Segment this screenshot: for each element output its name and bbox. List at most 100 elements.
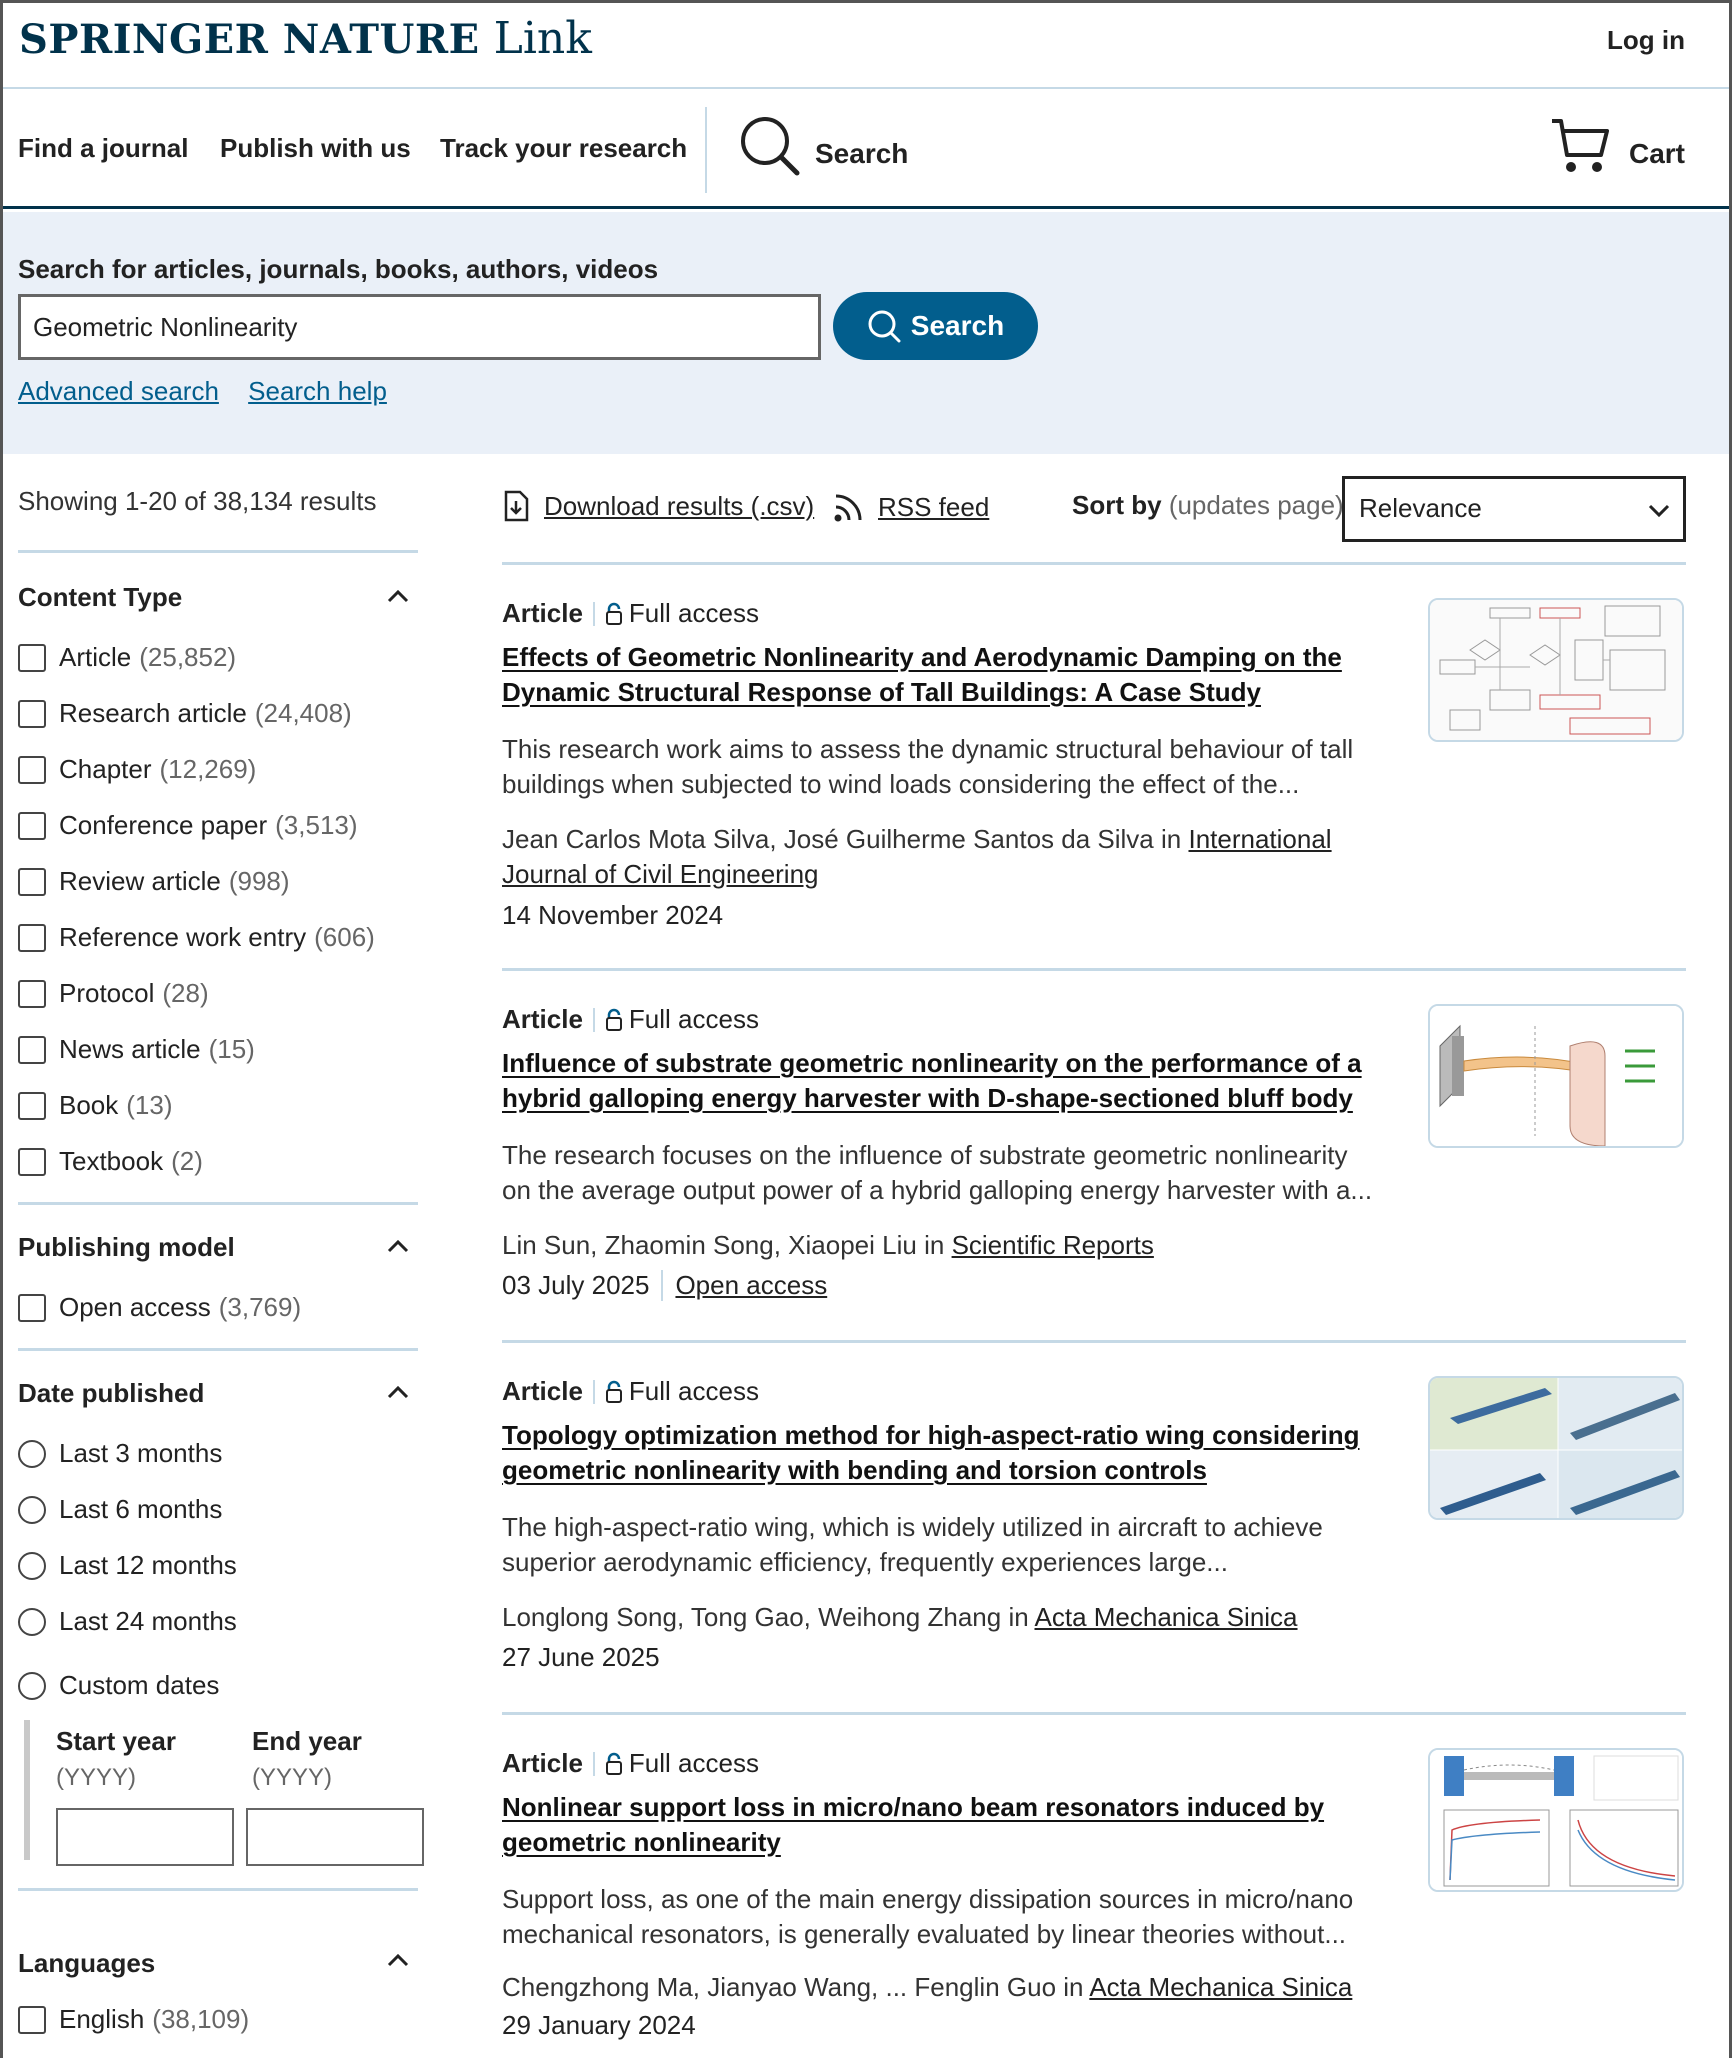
rss-icon [834,494,862,522]
filter-option-article[interactable]: Article (25,852) [18,642,236,673]
divider [18,550,418,553]
end-year-input[interactable] [246,1808,424,1866]
divider [18,1348,418,1351]
date-option-last-6-months[interactable]: Last 6 months [18,1494,222,1525]
result-title-link[interactable]: Effects of Geometric Nonlinearity and Ae… [502,640,1382,710]
journal-link[interactable]: Acta Mechanica Sinica [1035,1602,1298,1632]
author-list: Chengzhong Ma, Jianyao Wang, ... Fenglin… [502,1972,1057,2002]
result-authors: Jean Carlos Mota Silva, José Guilherme S… [502,822,1402,892]
facet-title-date-published: Date published [18,1378,205,1408]
result-thumbnail[interactable] [1428,1748,1684,1892]
filter-option-news-article[interactable]: News article (15) [18,1034,255,1065]
filter-label: Research article [59,698,247,728]
checkbox[interactable] [18,1035,46,1064]
result-thumbnail[interactable] [1428,598,1684,742]
checkbox[interactable] [18,2005,46,2034]
sort-select[interactable]: Relevance [1342,476,1686,542]
checkbox[interactable] [18,699,46,728]
nav-publish-with-us[interactable]: Publish with us [220,133,411,164]
login-link[interactable]: Log in [1607,25,1685,56]
checkbox[interactable] [18,755,46,784]
download-icon [504,490,529,522]
result-authors: Lin Sun, Zhaomin Song, Xiaopei Liu in Sc… [502,1228,1402,1263]
publish-date: 14 November 2024 [502,900,724,930]
springer-nature-link-logo[interactable]: SPRINGER NATURE Link [19,13,592,73]
filter-count: (38,109) [152,2004,250,2034]
radio-button[interactable] [18,1439,46,1468]
checkbox[interactable] [18,979,46,1008]
filter-count: (2) [171,1146,203,1176]
date-option-last-12-months[interactable]: Last 12 months [18,1550,237,1581]
result-thumbnail[interactable] [1428,1376,1684,1520]
filter-option-book[interactable]: Book (13) [18,1090,173,1121]
filter-option-english[interactable]: English (38,109) [18,2004,249,2035]
nav-track-research[interactable]: Track your research [440,133,687,164]
checkbox[interactable] [18,1293,46,1322]
content-type-label: Article [502,598,583,628]
search-help-link[interactable]: Search help [248,376,387,406]
checkbox[interactable] [18,643,46,672]
radio-button[interactable] [18,1551,46,1580]
publish-date: 29 January 2024 [502,2010,696,2040]
custom-date-range: Start year (YYYY) End year (YYYY) [24,1720,424,1866]
filter-option-protocol[interactable]: Protocol (28) [18,978,209,1009]
result-meta: Article Full access [502,1376,759,1407]
result-item: Article Full access Nonlinear support lo… [502,1748,1686,2058]
start-year-input[interactable] [56,1808,234,1866]
top-header: SPRINGER NATURE Link Log in [3,3,1729,89]
chevron-up-icon[interactable] [386,1380,410,1404]
chevron-up-icon[interactable] [386,1234,410,1258]
date-option-custom-dates[interactable]: Custom dates [18,1670,219,1701]
search-input[interactable] [18,294,821,360]
filter-option-review-article[interactable]: Review article (998) [18,866,290,897]
nav-cart-button[interactable]: Cart [1549,115,1685,177]
filter-option-conference-paper[interactable]: Conference paper (3,513) [18,810,358,841]
date-option-label: Last 24 months [59,1606,237,1636]
result-title-link[interactable]: Influence of substrate geometric nonline… [502,1046,1382,1116]
open-access-link[interactable]: Open access [661,1270,827,1301]
date-option-last-3-months[interactable]: Last 3 months [18,1438,222,1469]
filter-option-open-access[interactable]: Open access (3,769) [18,1292,301,1323]
radio-button[interactable] [18,1495,46,1524]
full-access-icon [605,602,622,625]
divider [502,968,1686,971]
author-list: Longlong Song, Tong Gao, Weihong Zhang [502,1602,1002,1632]
filter-label: Review article [59,866,221,896]
filter-label: Conference paper [59,810,268,840]
journal-link[interactable]: Acta Mechanica Sinica [1089,1972,1352,2002]
filter-option-textbook[interactable]: Textbook (2) [18,1146,203,1177]
checkbox[interactable] [18,867,46,896]
result-title-link[interactable]: Nonlinear support loss in micro/nano bea… [502,1790,1382,1860]
access-label: Full access [628,1376,759,1406]
facet-title-publishing-model: Publishing model [18,1232,235,1262]
filter-option-chapter[interactable]: Chapter (12,269) [18,754,256,785]
result-thumbnail[interactable] [1428,1004,1684,1148]
radio-button[interactable] [18,1671,46,1700]
nav-find-journal[interactable]: Find a journal [18,133,188,164]
date-option-last-24-months[interactable]: Last 24 months [18,1606,237,1637]
checkbox[interactable] [18,923,46,952]
result-title-link[interactable]: Topology optimization method for high-as… [502,1418,1382,1488]
radio-button[interactable] [18,1607,46,1636]
checkbox[interactable] [18,1091,46,1120]
search-submit-button[interactable]: Search [833,292,1038,360]
filter-label: Chapter [59,754,152,784]
divider [502,1712,1686,1715]
filter-count: (3,513) [275,810,358,840]
rss-feed-link[interactable]: RSS feed [832,490,989,524]
filter-count: (606) [314,922,375,952]
filter-option-research-article[interactable]: Research article (24,408) [18,698,352,729]
filter-option-reference-work-entry[interactable]: Reference work entry (606) [18,922,375,953]
chevron-up-icon[interactable] [386,584,410,608]
chevron-up-icon[interactable] [386,1948,410,1972]
facet-title-content-type: Content Type [18,582,183,612]
download-results-link[interactable]: Download results (.csv) [502,490,814,522]
journal-link[interactable]: Scientific Reports [952,1230,1154,1260]
cart-icon [1551,119,1609,172]
checkbox[interactable] [18,811,46,840]
checkbox[interactable] [18,1147,46,1176]
nav-search-button[interactable]: Search [739,115,908,177]
advanced-search-link[interactable]: Advanced search [18,376,219,406]
filter-label: Open access [59,1292,211,1322]
harvester-thumbnail-image [1430,1006,1682,1146]
